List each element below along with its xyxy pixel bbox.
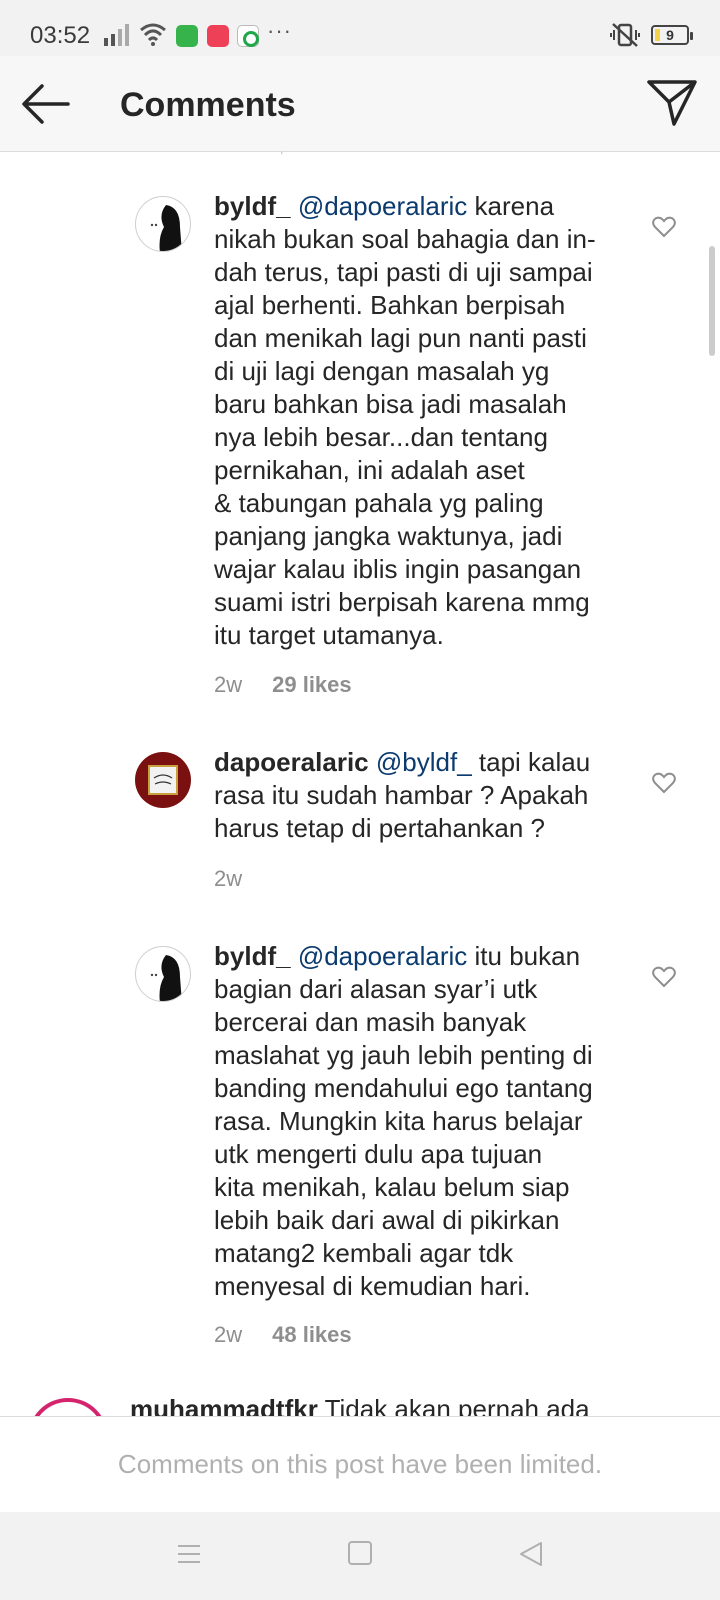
- page-title: Comments: [120, 86, 296, 124]
- wifi-icon: [140, 23, 166, 46]
- comment-mention[interactable]: @dapoeralaric: [298, 191, 467, 221]
- comment-mention[interactable]: @dapoeralaric: [298, 941, 467, 971]
- avatar[interactable]: [135, 752, 191, 808]
- status-bar: 03:52 ··· 9: [0, 0, 720, 56]
- comment-meta: 2w 48 likes: [214, 1322, 352, 1348]
- back-button[interactable]: [20, 82, 72, 126]
- back-triangle-icon[interactable]: [518, 1540, 544, 1568]
- comments-limited-bar: Comments on this post have been limited.: [0, 1416, 720, 1512]
- app-notification-icon: [237, 25, 259, 47]
- like-heart-icon[interactable]: [652, 772, 676, 794]
- comment-text: byldf_ @dapoeralaric itu bukan bagian da…: [214, 941, 593, 1301]
- like-heart-icon[interactable]: [652, 966, 676, 988]
- app-notification-icon: [207, 25, 229, 47]
- comment-time: 2w: [214, 1322, 243, 1347]
- comment-mention[interactable]: @byldf_: [376, 747, 472, 777]
- comment-meta: 2w: [214, 866, 242, 892]
- comment-likes[interactable]: 48 likes: [272, 1322, 352, 1347]
- more-notifications-icon: ···: [267, 18, 292, 43]
- comment-likes[interactable]: 29 likes: [272, 672, 352, 697]
- comments-limited-text: Comments on this post have been limited.: [117, 1449, 603, 1479]
- comment-username[interactable]: muhammadtfkr: [130, 1394, 318, 1416]
- scrolled-content-edge: ,: [280, 142, 284, 156]
- app-bar: Comments: [0, 56, 720, 152]
- status-time: 03:52: [30, 22, 91, 49]
- signal-icon: [104, 24, 129, 46]
- comment-text: byldf_ @dapoeralaric karena nikah bukan …: [214, 191, 596, 650]
- comment-text: dapoeralaric @byldf_ tapi kalau rasa itu…: [214, 747, 591, 843]
- mute-vibrate-icon: [610, 23, 640, 47]
- share-button[interactable]: [646, 78, 698, 128]
- whatsapp-icon: [176, 25, 198, 47]
- avatar[interactable]: [28, 1398, 108, 1416]
- comment-username[interactable]: dapoeralaric: [214, 747, 369, 777]
- battery-level: 9: [666, 27, 674, 43]
- comment-time: 2w: [214, 866, 243, 891]
- avatar[interactable]: [135, 196, 191, 252]
- comment-time: 2w: [214, 672, 243, 697]
- comment-item-partial: muhammadtfkr Tidak akan pernah ada: [0, 1380, 720, 1416]
- comment-text: muhammadtfkr Tidak akan pernah ada: [130, 1394, 590, 1416]
- system-nav-bar: [0, 1512, 720, 1600]
- comment-meta: 2w 29 likes: [214, 672, 352, 698]
- like-heart-icon[interactable]: [652, 216, 676, 238]
- scrollbar[interactable]: [709, 246, 715, 356]
- comment-username[interactable]: byldf_: [214, 191, 291, 221]
- avatar[interactable]: [135, 946, 191, 1002]
- comment-username[interactable]: byldf_: [214, 941, 291, 971]
- recent-apps-icon[interactable]: [176, 1542, 202, 1566]
- battery-icon: 9: [651, 25, 693, 45]
- home-icon[interactable]: [348, 1541, 372, 1565]
